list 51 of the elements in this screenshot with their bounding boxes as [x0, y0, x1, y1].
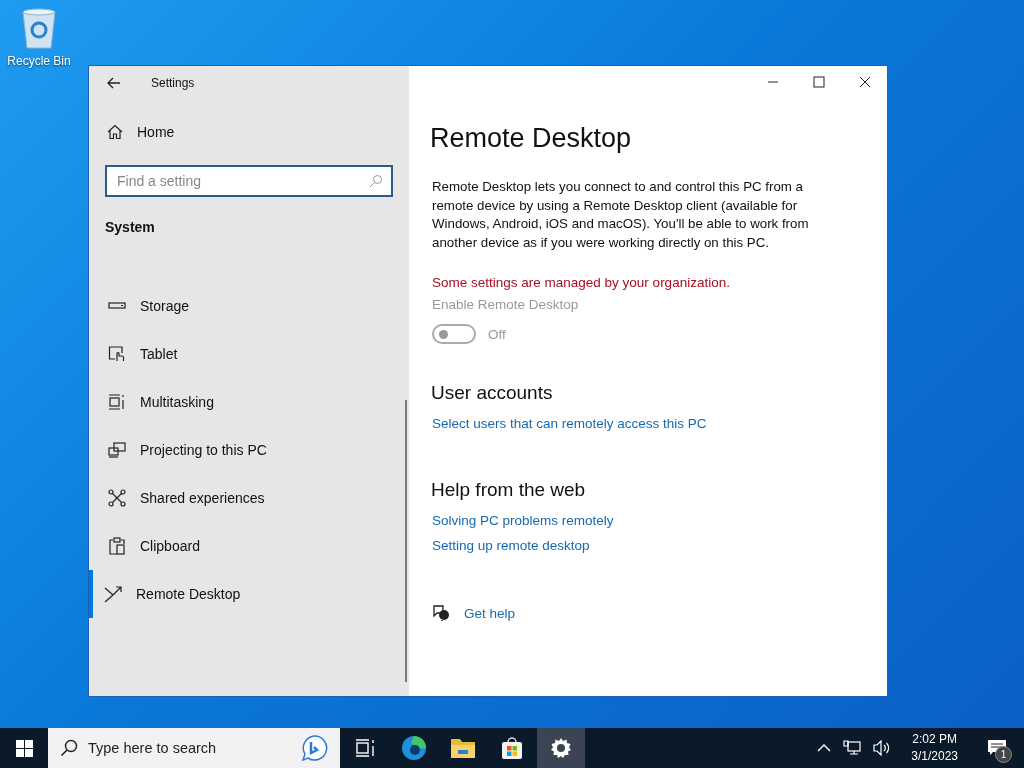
search-icon	[60, 739, 78, 757]
help-link[interactable]: Solving PC problems remotely	[432, 513, 614, 528]
folder-icon	[450, 737, 476, 759]
windows-logo-icon	[15, 739, 33, 757]
nav-item[interactable]: Tablet	[89, 330, 409, 378]
scrollbar[interactable]	[405, 400, 407, 682]
nav-item[interactable]: Storage	[89, 282, 409, 330]
back-arrow-icon[interactable]	[107, 77, 121, 89]
window-title: Settings	[151, 76, 195, 90]
recycle-bin-icon[interactable]	[19, 8, 59, 50]
search-icon	[369, 174, 383, 188]
section-heading: Help from the web	[431, 479, 586, 501]
connected-nodes-icon	[108, 489, 126, 507]
nav-item[interactable]: Multitasking	[89, 378, 409, 426]
chat-help-icon	[432, 605, 450, 621]
monitor-screens-icon	[108, 442, 126, 458]
settings-icon	[550, 737, 572, 759]
clipboard-icon	[109, 537, 125, 555]
task-view-icon	[355, 739, 375, 757]
toggle-label: Enable Remote Desktop	[432, 297, 580, 312]
taskbar-clock[interactable]: 2:02 PM 3/1/2023	[911, 731, 958, 765]
home-icon	[107, 124, 123, 140]
browser-swirl-icon	[401, 735, 427, 761]
get-help-link[interactable]: Get help	[464, 605, 516, 621]
toggle-state: Off	[488, 326, 506, 342]
shopping-bag-icon	[500, 736, 524, 760]
remote-desktop-icon	[104, 586, 122, 603]
chevron-up-icon[interactable]	[817, 743, 832, 753]
notification-count-badge: 1	[995, 746, 1012, 763]
help-link[interactable]: Setting up remote desktop	[432, 538, 590, 553]
multitasking-icon	[108, 394, 124, 410]
search-field[interactable]: Find a setting	[105, 165, 393, 197]
policy-warning: Some settings are managed by your organization.	[432, 275, 731, 290]
description-text: Remote Desktop lets you connect to and control this PC from a remote device by using a Remote Desktop client (available for Windows, Android, iOS and macOS). You'll be able to work from another device as if you were working directly on this PC.	[432, 178, 810, 252]
taskbar-app-button[interactable]	[537, 728, 585, 768]
nav-item[interactable]: Clipboard	[89, 522, 409, 570]
section-heading: System	[105, 219, 156, 235]
maximize-icon[interactable]	[813, 76, 825, 88]
help-link[interactable]: Select users that can remotely access this PC	[432, 416, 707, 431]
speaker-icon[interactable]	[873, 740, 892, 756]
storage-drive-icon	[108, 302, 126, 309]
taskbar-search-field[interactable]: Type here to search	[48, 728, 340, 768]
nav-item[interactable]: Projecting to this PC	[89, 426, 409, 474]
home-nav-item[interactable]: Home	[105, 121, 409, 143]
chat-bubble-icon[interactable]	[300, 734, 328, 762]
section-heading: User accounts	[431, 382, 553, 404]
network-monitor-icon[interactable]	[843, 740, 862, 756]
tablet-touch-icon	[108, 346, 125, 362]
nav-item[interactable]: Shared experiences	[89, 474, 409, 522]
page-title: Remote Desktop	[430, 123, 633, 154]
close-icon[interactable]	[859, 76, 871, 88]
